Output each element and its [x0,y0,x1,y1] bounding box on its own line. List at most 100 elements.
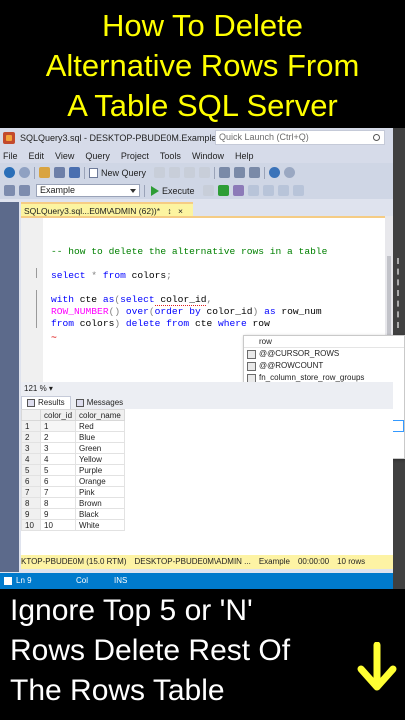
stop-icon[interactable] [202,185,214,196]
xmla-icon[interactable] [199,167,211,178]
mdx-icon[interactable] [169,167,181,178]
status-col: Col [76,576,89,585]
table-row[interactable]: 9 9 Black [21,508,125,520]
zoom-level[interactable]: 121 % [24,384,47,393]
display-plan-icon[interactable] [232,185,244,196]
object-explorer-collapsed[interactable] [0,202,19,572]
color-name-cell[interactable]: Blue [75,431,125,443]
chevron-down-icon[interactable]: ▾ [49,384,53,393]
scrollbar-thumb[interactable] [387,256,391,346]
menu-help[interactable]: Help [235,151,254,161]
query-designer-icon[interactable] [247,185,259,196]
table-row[interactable]: 5 5 Purple [21,464,125,476]
color-id-cell[interactable]: 1 [39,420,77,432]
quick-launch-input[interactable]: Quick Launch (Ctrl+Q) [215,130,385,145]
color-id-cell[interactable]: 7 [39,486,77,498]
color-id-cell[interactable]: 6 [39,475,77,487]
row-number-cell[interactable]: 2 [21,431,41,443]
cut-icon[interactable] [219,167,231,178]
intellisense-item[interactable]: @@ROWCOUNT [244,360,404,372]
new-query-button[interactable]: New Query [89,167,146,178]
tab-results[interactable]: Results [21,396,71,409]
color-id-cell[interactable]: 8 [39,497,77,509]
sql-editor-toolbar: Example Execute [0,182,405,199]
paste-icon[interactable] [249,167,261,178]
forward-icon[interactable] [19,167,30,178]
save-icon[interactable] [54,167,65,178]
open-file-icon[interactable] [39,167,50,178]
code-token: colors [74,318,115,329]
intellisense-icon[interactable] [262,185,274,196]
table-row[interactable]: 4 4 Yellow [21,453,125,465]
menu-window[interactable]: Window [192,151,224,161]
table-row[interactable]: 8 8 Brown [21,497,125,509]
color-name-cell[interactable]: Pink [75,486,125,498]
database-select[interactable]: Example [36,184,140,197]
color-name-cell[interactable]: Green [75,442,125,454]
redo-icon[interactable] [284,167,296,178]
row-number-cell[interactable]: 1 [21,420,41,432]
row-number-cell[interactable]: 6 [21,475,41,487]
results-to-grid-icon[interactable] [277,185,289,196]
dashed-divider [397,258,400,328]
save-all-icon[interactable] [69,167,80,178]
color-id-cell[interactable]: 2 [39,431,77,443]
color-name-cell[interactable]: Red [75,420,125,432]
execute-button[interactable]: Execute [151,185,195,196]
tab-sqlquery3[interactable]: SQLQuery3.sql...E0M\ADMIN (62))* ↕ × [21,202,193,216]
undo-icon[interactable] [269,167,281,178]
connect-icon[interactable] [4,185,15,196]
table-row[interactable]: 1 1 Red [21,420,125,432]
color-id-cell[interactable]: 9 [39,508,77,520]
row-number-cell[interactable]: 3 [21,442,41,454]
color-name-cell[interactable]: Orange [75,475,125,487]
code-token: () [108,306,126,317]
table-row[interactable]: 3 3 Green [21,442,125,454]
code-line-1: -- how to delete the alternative rows in… [51,246,327,258]
row-number-cell[interactable]: 4 [21,453,41,465]
database-query-icon[interactable] [154,167,166,178]
table-row[interactable]: 6 6 Orange [21,475,125,487]
color-name-cell[interactable]: Purple [75,464,125,476]
tab-messages[interactable]: Messages [71,396,128,409]
menu-file[interactable]: File [3,151,18,161]
back-icon[interactable] [4,167,15,178]
table-row[interactable]: 7 7 Pink [21,486,125,498]
menu-project[interactable]: Project [121,151,149,161]
tab-results-label: Results [38,398,65,407]
close-icon[interactable]: × [178,206,183,216]
code-token: as [102,294,115,305]
menu-view[interactable]: View [55,151,74,161]
row-number-cell[interactable]: 5 [21,464,41,476]
table-row[interactable]: 10 10 White [21,519,125,531]
pin-icon[interactable]: ↕ [167,206,171,216]
menu-edit[interactable]: Edit [29,151,45,161]
column-header-color-name[interactable]: color_name [75,409,125,421]
parse-icon[interactable] [217,185,229,196]
ssms-logo-icon [3,132,15,144]
results-grid[interactable]: color_id color_name 1 1 Red 2 2 Blue 3 3 Green 4 4… [21,409,393,555]
copy-icon[interactable] [234,167,246,178]
corner-header[interactable] [21,409,41,421]
color-name-cell[interactable]: White [75,519,125,531]
color-name-cell[interactable]: Black [75,508,125,520]
color-id-cell[interactable]: 4 [39,453,77,465]
code-token: ROW_NUMBER [51,306,109,317]
row-number-cell[interactable]: 7 [21,486,41,498]
row-number-cell[interactable]: 9 [21,508,41,520]
menu-query[interactable]: Query [85,151,110,161]
column-header-color-id[interactable]: color_id [39,409,77,421]
intellisense-item[interactable]: @@CURSOR_ROWS [244,348,404,360]
table-row[interactable]: 2 2 Blue [21,431,125,443]
color-id-cell[interactable]: 3 [39,442,77,454]
row-number-cell[interactable]: 10 [21,519,41,531]
dmx-icon[interactable] [184,167,196,178]
menu-tools[interactable]: Tools [160,151,181,161]
color-id-cell[interactable]: 10 [39,519,77,531]
color-name-cell[interactable]: Yellow [75,453,125,465]
row-number-cell[interactable]: 8 [21,497,41,509]
color-id-cell[interactable]: 5 [39,464,77,476]
color-name-cell[interactable]: Brown [75,497,125,509]
results-to-text-icon[interactable] [292,185,304,196]
change-connection-icon[interactable] [19,185,30,196]
